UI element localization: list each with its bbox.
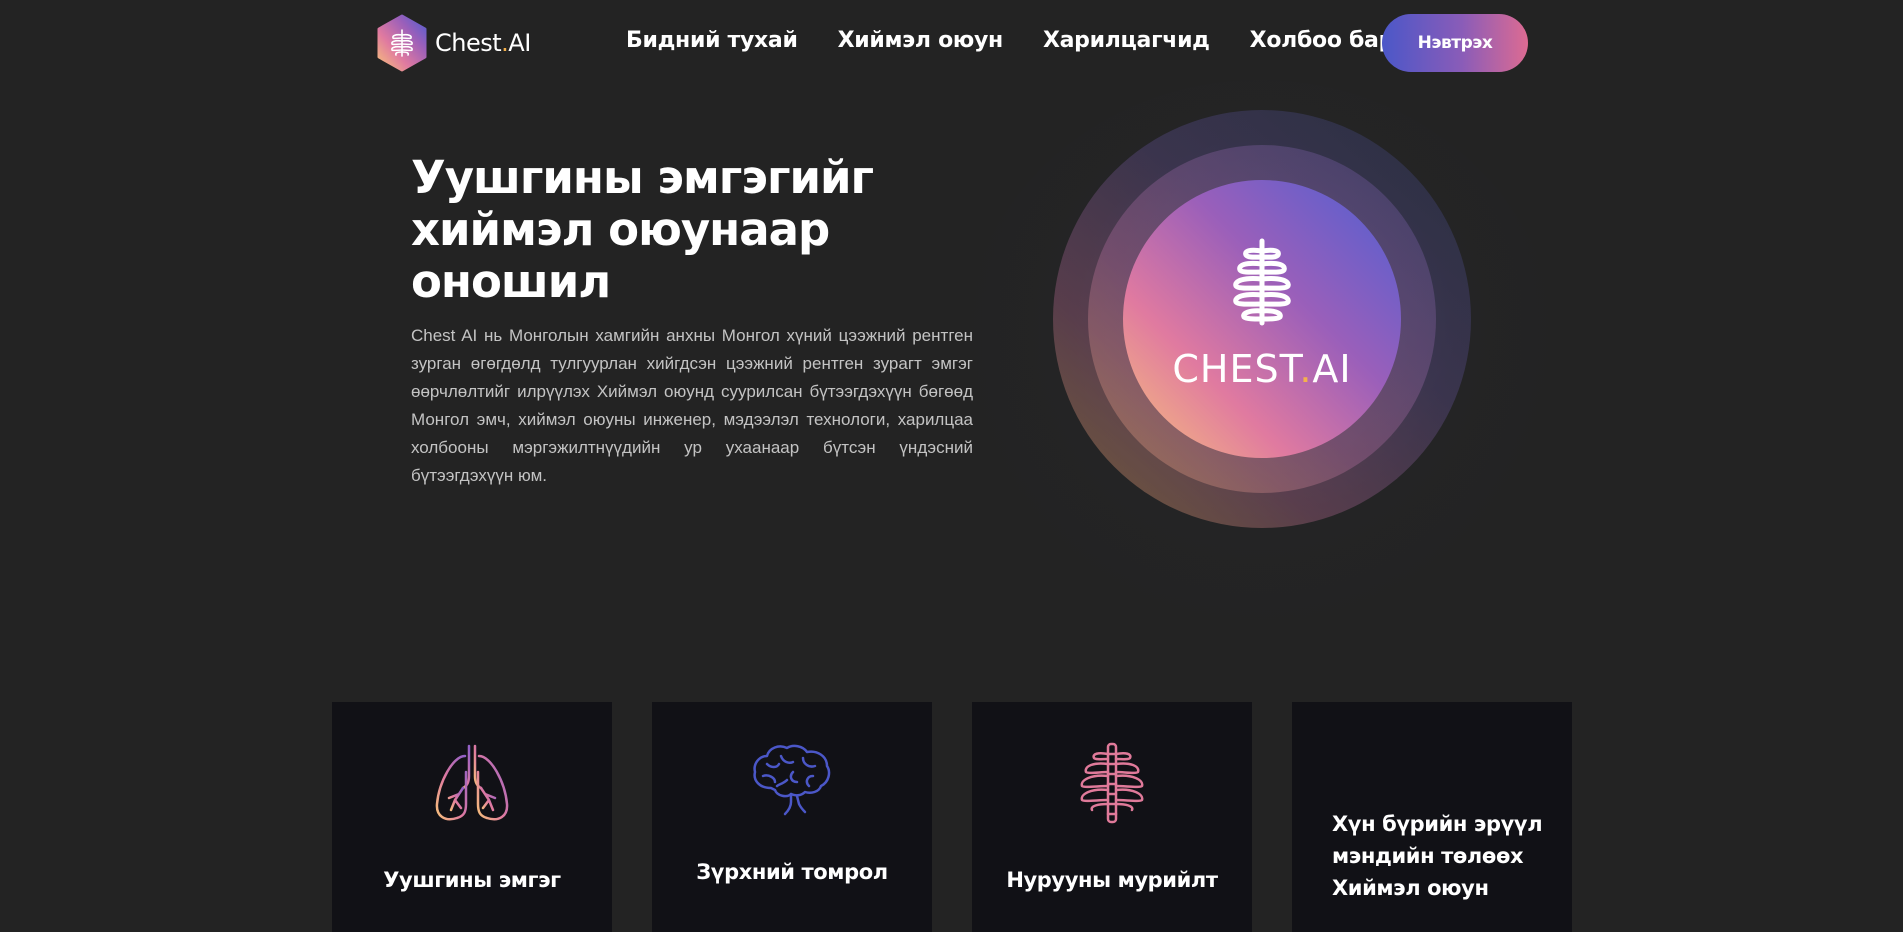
hero-title: Уушгины эмгэгийг хиймэл оюунаар оношил — [411, 151, 874, 308]
nav-item-clients[interactable]: Харилцагчид — [1043, 28, 1210, 53]
emblem: CHEST.AI — [1123, 180, 1401, 458]
feature-card-lungs[interactable]: Уушгины эмгэг — [332, 702, 612, 932]
logo[interactable]: Chest.AI — [375, 14, 531, 72]
card-label: Нурууны мурийлт — [1006, 868, 1218, 892]
emblem-name: CHEST — [1172, 347, 1300, 391]
ribcage-icon — [1072, 742, 1152, 828]
feature-card-spine[interactable]: Нурууны мурийлт — [972, 702, 1252, 932]
brand-name: Chest.AI — [435, 29, 531, 57]
feature-card-heart[interactable]: Зүрхний томрол — [652, 702, 932, 932]
brain-icon — [751, 742, 833, 820]
card-label: Хүн бүрийн эрүүл мэндийн төлөөх Хиймэл о… — [1332, 812, 1543, 900]
lungs-icon — [431, 742, 513, 828]
header: Chest.AI Бидний тухай Хиймэл оюун Харилц… — [0, 0, 1903, 88]
feature-card-mission[interactable]: Хүн бүрийн эрүүл мэндийн төлөөх Хиймэл о… — [1292, 702, 1572, 932]
card-label: Уушгины эмгэг — [383, 868, 561, 892]
login-button[interactable]: Нэвтрэх — [1382, 14, 1528, 72]
brand-suffix: AI — [508, 29, 531, 57]
ribcage-icon — [1220, 237, 1304, 331]
emblem-dot: . — [1299, 347, 1313, 391]
emblem-text: CHEST.AI — [1172, 347, 1351, 391]
card-label: Зүрхний томрол — [696, 860, 888, 884]
nav-item-ai[interactable]: Хиймэл оюун — [838, 28, 1004, 53]
brand-name-text: Chest — [435, 29, 502, 57]
ribcage-logo-icon — [375, 14, 429, 72]
nav-item-about[interactable]: Бидний тухай — [626, 28, 798, 53]
emblem-suffix: AI — [1312, 347, 1352, 391]
hero-description: Chest AI нь Монголын хамгийн анхны Монго… — [411, 326, 973, 485]
main-nav: Бидний тухай Хиймэл оюун Харилцагчид Хол… — [626, 28, 1463, 53]
